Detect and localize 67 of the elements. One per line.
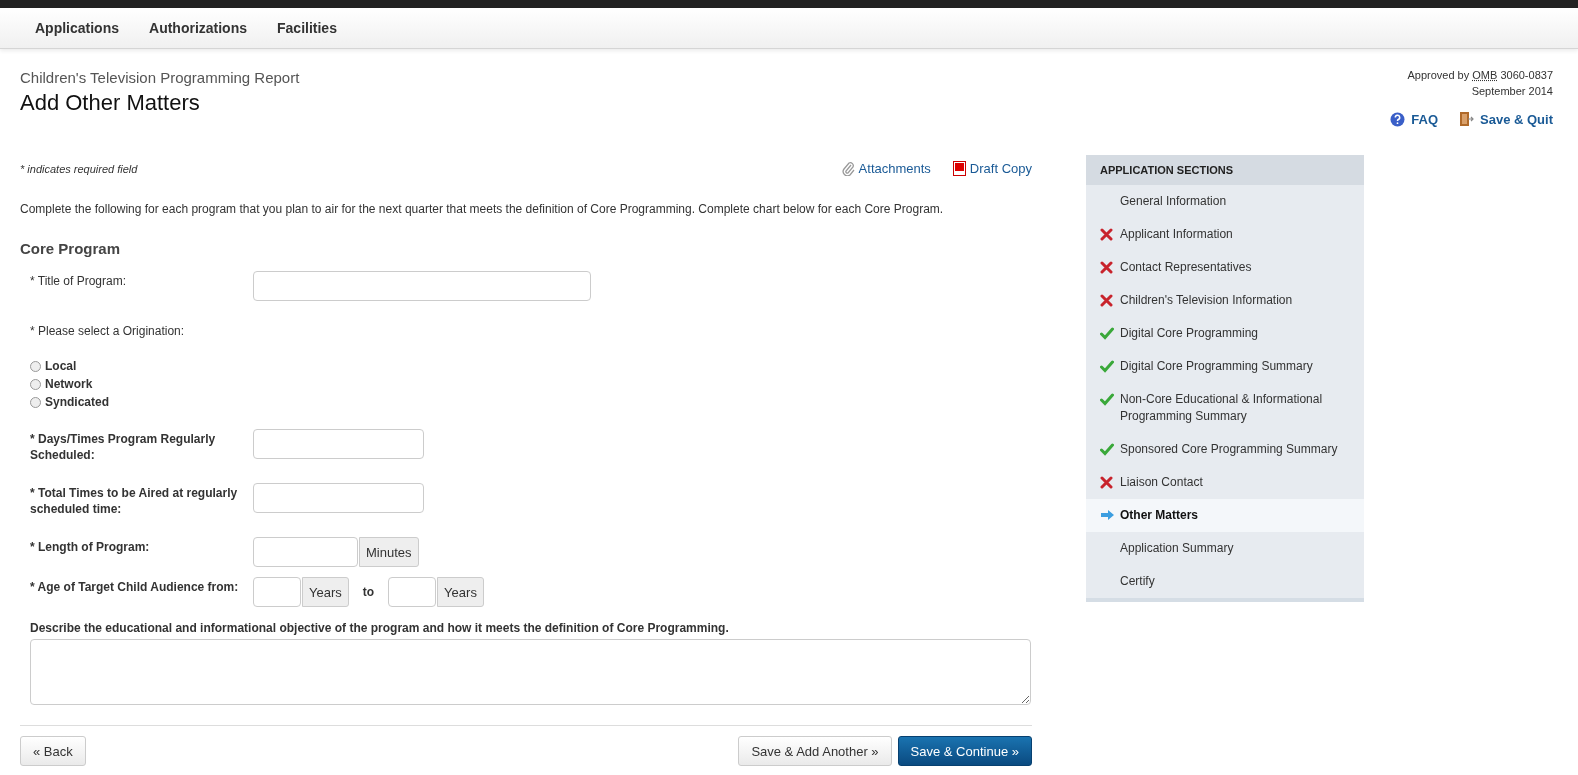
- radio-button[interactable]: [30, 396, 41, 408]
- radio-option[interactable]: Network: [30, 375, 1032, 393]
- text-input[interactable]: [253, 271, 591, 301]
- textarea-field[interactable]: [30, 639, 1031, 705]
- sidebar-item[interactable]: Sponsored Core Programming Summary: [1086, 433, 1364, 466]
- sidebar-item[interactable]: Certify: [1086, 565, 1364, 598]
- check-icon: [1100, 443, 1114, 456]
- field-label: * Title of Program:: [30, 273, 128, 290]
- radio-button[interactable]: [30, 360, 41, 372]
- pdf-icon: [952, 161, 966, 176]
- x-icon: [1100, 294, 1113, 307]
- header-link[interactable]: FAQ: [1390, 111, 1439, 127]
- field-label: * Age of Target Child Audience from:: [30, 579, 240, 596]
- sidebar-item[interactable]: Children's Television Information: [1086, 284, 1364, 317]
- page-subtitle: Children's Television Programming Report: [20, 69, 300, 86]
- x-icon: [1100, 261, 1113, 274]
- field-label: * Days/Times Program Regularly Scheduled:: [30, 431, 217, 463]
- check-icon: [1100, 327, 1114, 340]
- help-icon: [1390, 111, 1406, 127]
- sidebar-item[interactable]: Digital Core Programming: [1086, 317, 1364, 350]
- range-separator: to: [362, 584, 375, 601]
- x-icon: [1100, 228, 1113, 241]
- nav-link[interactable]: Applications: [35, 20, 119, 36]
- sidebar-item[interactable]: Contact Representatives: [1086, 251, 1364, 284]
- field-label: * Length of Program:: [30, 539, 151, 556]
- check-icon: [1100, 360, 1114, 373]
- door-icon: [1458, 111, 1475, 127]
- paperclip-icon: [840, 161, 855, 176]
- approval-date: September 2014: [1471, 85, 1553, 97]
- unit-addon: Years: [302, 577, 349, 607]
- x-icon: [1100, 476, 1113, 489]
- text-input[interactable]: [253, 483, 424, 513]
- back-button[interactable]: « Back: [20, 736, 86, 766]
- radio-option[interactable]: Local: [30, 357, 1032, 375]
- nav-link[interactable]: Authorizations: [149, 20, 247, 36]
- sidebar-item[interactable]: Liaison Contact: [1086, 466, 1364, 499]
- tool-link[interactable]: Draft Copy: [952, 161, 1032, 176]
- intro-text: Complete the following for each program that you plan to air for the next quarter that meets the definition of Core Programming. Complete chart below for each Core Program.: [20, 202, 945, 216]
- sidebar-item[interactable]: Application Summary: [1086, 532, 1364, 565]
- approval-text: Approved by OMB 3060-0837: [1407, 69, 1553, 81]
- text-input[interactable]: [253, 429, 424, 459]
- sidebar-item[interactable]: General Information: [1086, 185, 1364, 218]
- nav-link[interactable]: Facilities: [277, 20, 337, 36]
- radio-button[interactable]: [30, 378, 41, 390]
- field-label: Describe the educational and informational objective of the program and how it meets the definition of Core Programming.: [29, 621, 730, 635]
- save-button[interactable]: Save & Continue »: [897, 736, 1032, 766]
- text-input[interactable]: [253, 577, 301, 607]
- arrow-right-icon: [1100, 509, 1115, 521]
- sidebar-item[interactable]: Non-Core Educational & Informational Programming Summary: [1086, 383, 1364, 433]
- header-link[interactable]: Save & Quit: [1458, 111, 1553, 127]
- sidebar-item[interactable]: Other Matters: [1086, 499, 1364, 532]
- required-note: * indicates required field: [20, 162, 138, 175]
- tool-link[interactable]: Attachments: [840, 161, 931, 176]
- sidebar-item[interactable]: Applicant Information: [1086, 218, 1364, 251]
- field-label: * Please select a Origination:: [30, 323, 186, 339]
- unit-addon: Minutes: [359, 537, 419, 567]
- check-icon: [1100, 393, 1114, 406]
- text-input[interactable]: [388, 577, 437, 607]
- section-title: Core Program: [20, 240, 122, 257]
- sidebar-header: APPLICATION SECTIONS: [1086, 155, 1364, 185]
- field-label: * Total Times to be Aired at regularly scheduled time:: [30, 485, 239, 517]
- sidebar-item[interactable]: Digital Core Programming Summary: [1086, 350, 1364, 383]
- unit-addon: Years: [437, 577, 484, 607]
- save-button[interactable]: Save & Add Another »: [738, 736, 892, 766]
- page-title: Add Other Matters: [20, 90, 201, 116]
- radio-option[interactable]: Syndicated: [30, 393, 1032, 411]
- text-input[interactable]: [253, 537, 358, 567]
